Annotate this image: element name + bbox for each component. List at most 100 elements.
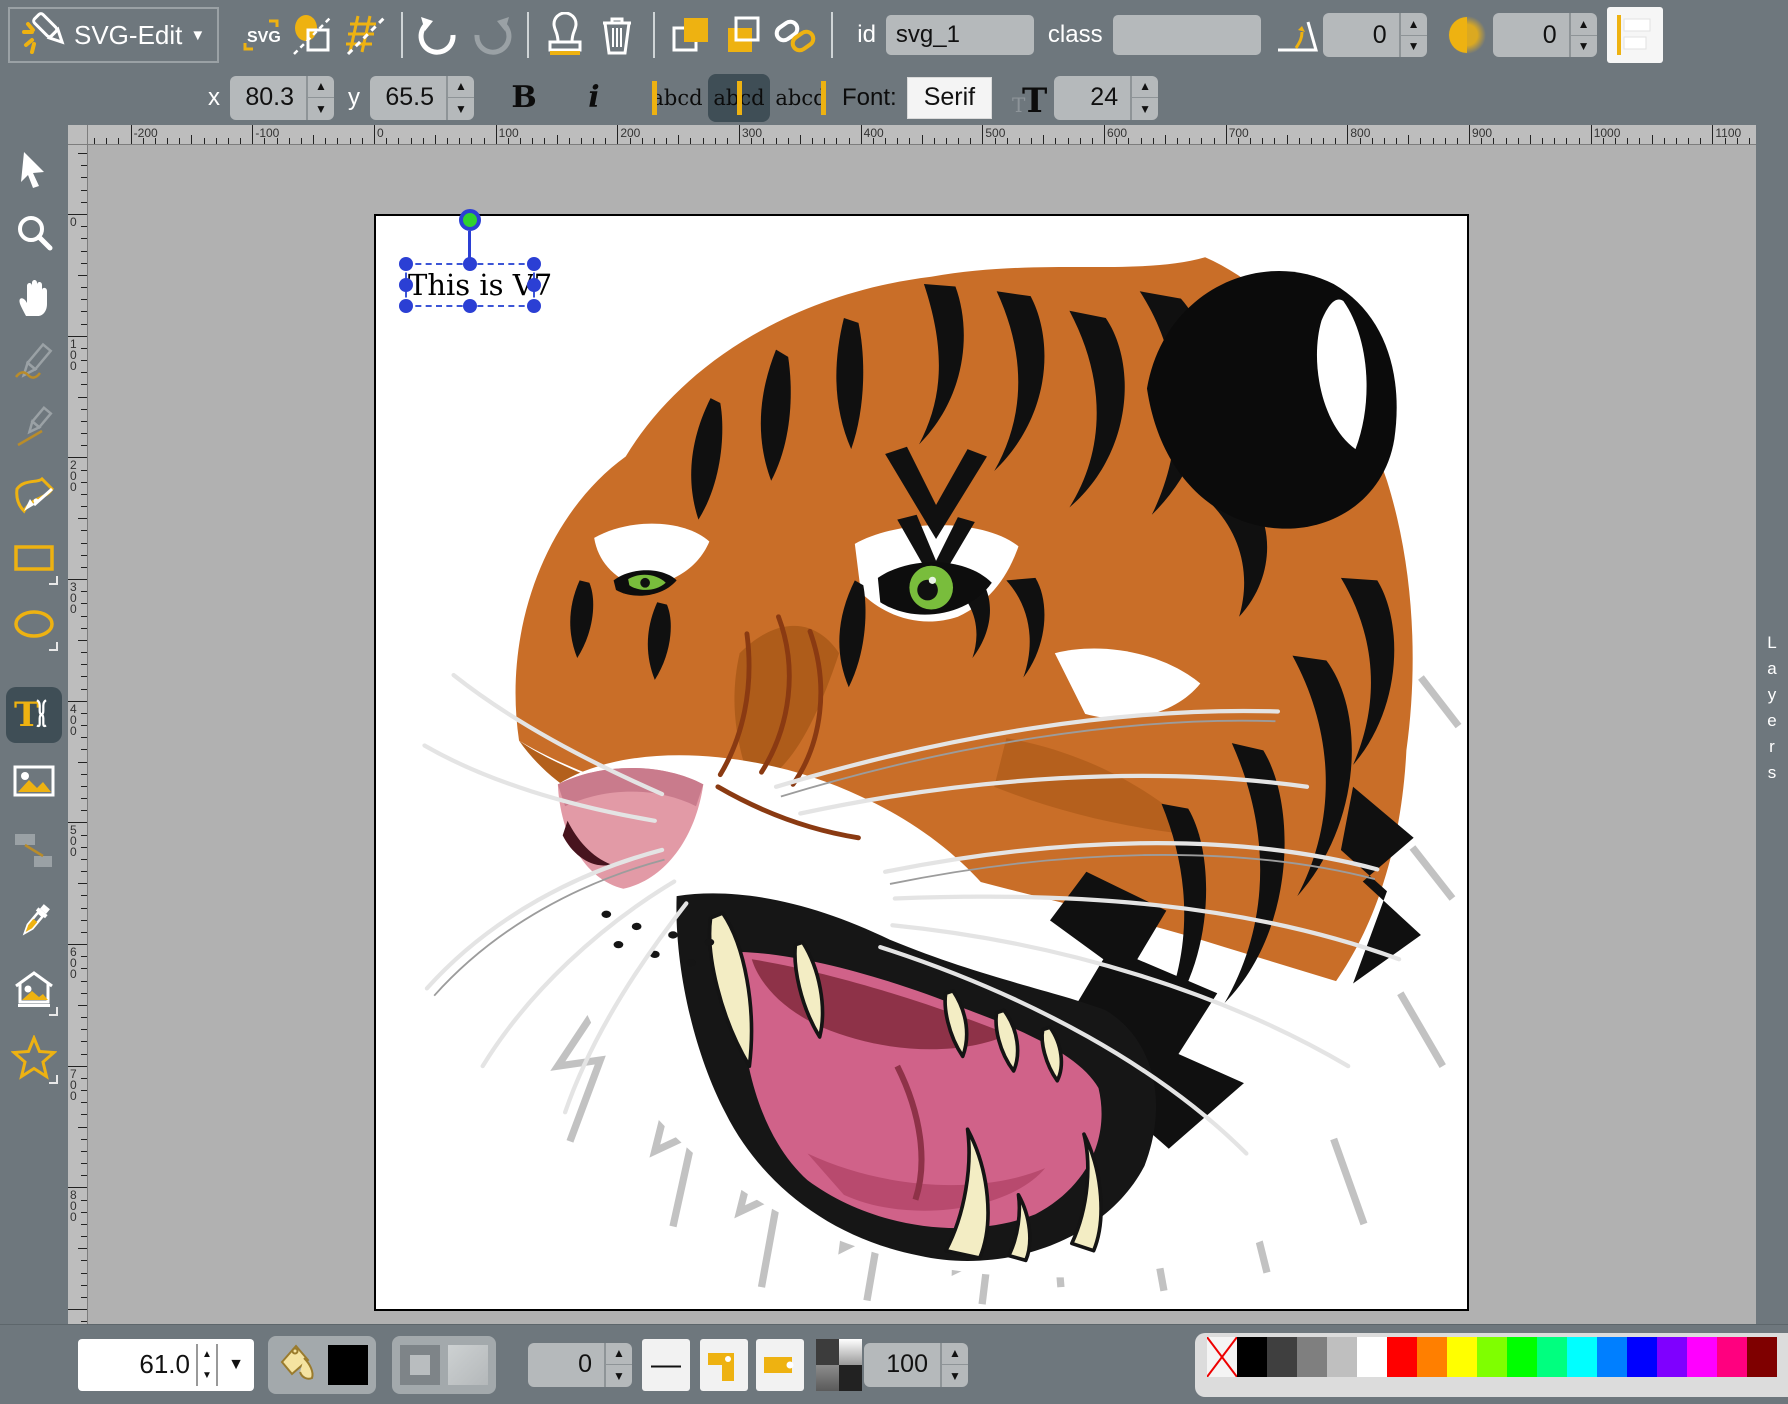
delete-button[interactable] <box>591 9 643 61</box>
align-center-bar-icon <box>737 81 742 115</box>
document-properties-button[interactable] <box>287 9 339 61</box>
class-input[interactable] <box>1113 15 1261 55</box>
stroke-style-swatch[interactable] <box>448 1345 488 1385</box>
stroke-linejoin-button[interactable] <box>700 1339 748 1391</box>
palette-swatch-#bfbfbf[interactable] <box>1327 1337 1357 1377</box>
tool-eyedropper[interactable] <box>8 896 60 948</box>
tool-image[interactable] <box>8 756 60 808</box>
font-size-value[interactable]: 24 <box>1054 76 1130 120</box>
stroke-width-down-icon[interactable]: ▼ <box>606 1365 632 1387</box>
italic-button[interactable]: i <box>570 74 618 122</box>
palette-swatch-#7f00ff[interactable] <box>1657 1337 1687 1377</box>
palette-swatch-#0000ff[interactable] <box>1627 1337 1657 1377</box>
zoom-dropdown-icon[interactable]: ▼ <box>218 1356 254 1374</box>
palette-swatch-#00ff00[interactable] <box>1507 1337 1537 1377</box>
palette-swatch-#ff007f[interactable] <box>1717 1337 1747 1377</box>
x-down-icon[interactable]: ▼ <box>308 98 334 120</box>
palette-swatch-#ffffff[interactable] <box>1357 1337 1387 1377</box>
resize-handle-w[interactable] <box>399 278 413 292</box>
resize-handle-sw[interactable] <box>399 299 413 313</box>
layers-panel-toggle[interactable]: L a y e r s <box>1756 125 1788 1324</box>
tool-zoom[interactable] <box>8 206 60 258</box>
clone-button[interactable] <box>539 9 591 61</box>
tool-pencil[interactable] <box>8 337 60 389</box>
tool-path[interactable] <box>8 471 60 523</box>
x-value[interactable]: 80.3 <box>230 76 306 120</box>
resize-handle-n[interactable] <box>463 257 477 271</box>
make-link-button[interactable] <box>769 9 821 61</box>
zoom-value[interactable]: 61.0 <box>78 1349 196 1380</box>
palette-swatch-#007fff[interactable] <box>1597 1337 1627 1377</box>
zoom-up-icon[interactable]: ▲ <box>198 1344 216 1365</box>
stroke-width-up-icon[interactable]: ▲ <box>606 1343 632 1366</box>
blur-down-icon[interactable]: ▼ <box>1571 36 1597 58</box>
svg-canvas[interactable]: This is V7 <box>374 214 1469 1311</box>
resize-handle-ne[interactable] <box>527 257 541 271</box>
tool-star[interactable] <box>8 1032 60 1084</box>
align-center-button[interactable]: abcd <box>708 74 770 122</box>
text-anchor-button[interactable] <box>1607 7 1663 63</box>
tool-text[interactable]: T <box>6 687 62 743</box>
opacity-value[interactable]: 100 <box>864 1343 940 1387</box>
canvas-workspace[interactable]: -200-10001002003004005006007008009001000… <box>68 125 1756 1324</box>
opacity-up-icon[interactable]: ▲ <box>942 1343 968 1366</box>
palette-swatch-#7f7f7f[interactable] <box>1297 1337 1327 1377</box>
palette-swatch-#00ff7f[interactable] <box>1537 1337 1567 1377</box>
tool-select[interactable] <box>8 144 60 196</box>
align-right-button[interactable]: abcd <box>770 74 832 122</box>
fill-color-swatch[interactable] <box>328 1345 368 1385</box>
opacity-down-icon[interactable]: ▼ <box>942 1365 968 1387</box>
undo-button[interactable] <box>413 9 465 61</box>
palette-swatch-#3f3f3f[interactable] <box>1267 1337 1297 1377</box>
resize-handle-nw[interactable] <box>399 257 413 271</box>
palette-swatch-#00ffff[interactable] <box>1567 1337 1597 1377</box>
palette-swatch-#ffff00[interactable] <box>1447 1337 1477 1377</box>
stroke-dash-button[interactable]: — <box>642 1339 690 1391</box>
redo-button[interactable] <box>465 9 517 61</box>
stroke-width-value[interactable]: 0 <box>528 1343 604 1387</box>
y-up-icon[interactable]: ▲ <box>448 76 474 99</box>
rotate-handle[interactable] <box>459 209 481 231</box>
resize-handle-e[interactable] <box>527 278 541 292</box>
palette-swatch-#7f0000[interactable] <box>1747 1337 1777 1377</box>
palette-swatch-#ff00ff[interactable] <box>1687 1337 1717 1377</box>
angle-down-icon[interactable]: ▼ <box>1401 36 1427 58</box>
move-to-back-button[interactable] <box>717 9 769 61</box>
tool-pan[interactable] <box>8 272 60 324</box>
stroke-color-swatch[interactable] <box>400 1345 440 1385</box>
font-family-button[interactable]: Serif <box>907 77 992 119</box>
tool-line[interactable] <box>8 401 60 453</box>
y-down-icon[interactable]: ▼ <box>448 98 474 120</box>
tool-rectangle[interactable] <box>8 533 60 585</box>
angle-value[interactable]: 0 <box>1323 13 1399 57</box>
zoom-down-icon[interactable]: ▼ <box>198 1365 216 1386</box>
ruler-label: 5 0 0 <box>70 825 77 858</box>
stroke-linecap-button[interactable] <box>756 1339 804 1391</box>
move-to-front-button[interactable] <box>665 9 717 61</box>
y-value[interactable]: 65.5 <box>370 76 446 120</box>
align-left-button[interactable]: abcd <box>646 74 708 122</box>
x-up-icon[interactable]: ▲ <box>308 76 334 99</box>
blur-up-icon[interactable]: ▲ <box>1571 13 1597 36</box>
font-size-down-icon[interactable]: ▼ <box>1132 98 1158 120</box>
tool-connector[interactable] <box>8 824 60 876</box>
palette-swatch-#000000[interactable] <box>1237 1337 1267 1377</box>
palette-swatch-#ff0000[interactable] <box>1387 1337 1417 1377</box>
palette-swatch-none[interactable] <box>1207 1337 1237 1377</box>
tool-shape-library[interactable] <box>8 964 60 1016</box>
palette-swatch-#ff7f00[interactable] <box>1417 1337 1447 1377</box>
blur-value[interactable]: 0 <box>1493 13 1569 57</box>
resize-handle-se[interactable] <box>527 299 541 313</box>
bold-button[interactable]: B <box>500 74 548 122</box>
resize-handle-s[interactable] <box>463 299 477 313</box>
font-size-up-icon[interactable]: ▲ <box>1132 76 1158 99</box>
palette-swatch-#7fff00[interactable] <box>1477 1337 1507 1377</box>
svg-text:T: T <box>1022 81 1047 118</box>
tiger-artwork[interactable] <box>376 216 1467 1309</box>
angle-up-icon[interactable]: ▲ <box>1401 13 1427 36</box>
editor-preferences-button[interactable] <box>339 9 391 61</box>
id-input[interactable] <box>886 15 1034 55</box>
main-menu-button[interactable]: SVG-Edit ▼ <box>8 7 219 63</box>
tool-ellipse[interactable] <box>8 599 60 651</box>
source-editor-button[interactable]: SVG <box>235 9 287 61</box>
